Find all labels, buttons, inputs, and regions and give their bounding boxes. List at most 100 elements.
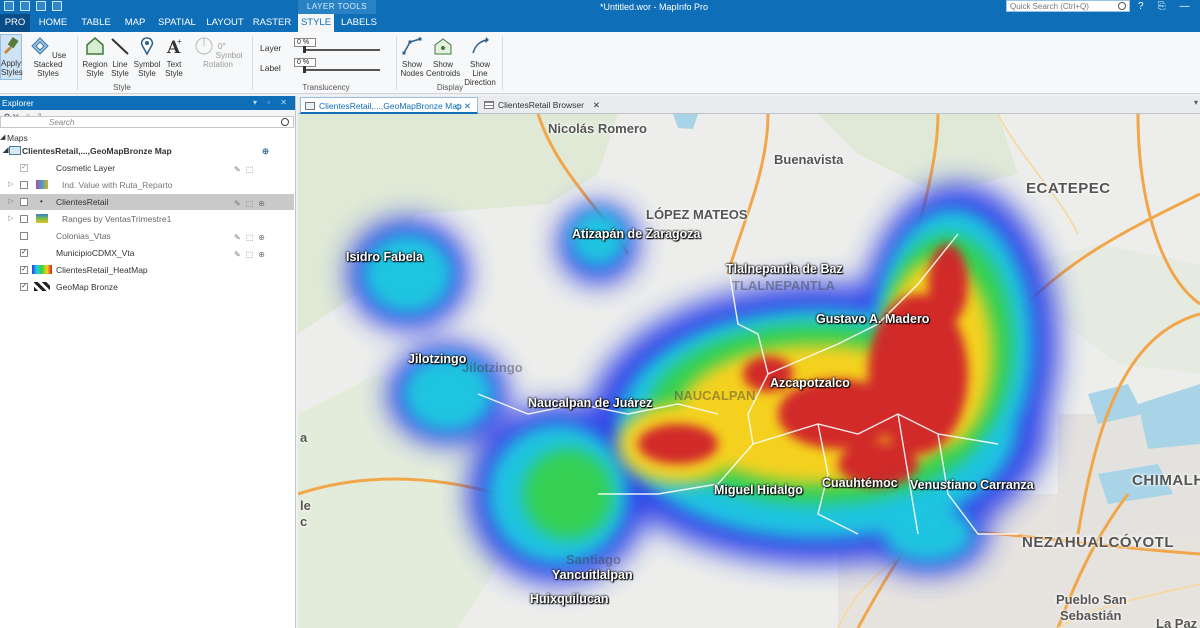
tab-table[interactable]: TABLE (76, 14, 116, 32)
layer-edit-tools[interactable]: ✎⬚⊕ (234, 196, 270, 212)
layer-row-geomap[interactable]: ✓ GeoMap Bronze (0, 279, 294, 295)
tab-pro[interactable]: PRO (0, 14, 30, 32)
show-centroids-button[interactable]: Show Centroids (426, 36, 460, 78)
tab-home[interactable]: HOME (32, 14, 74, 32)
map-label: Cuauhtémoc (822, 476, 898, 490)
map-label: LÓPEZ MATEOS (646, 207, 748, 222)
use-stacked-styles-button[interactable]: Use Stacked Styles (26, 36, 70, 78)
layer-visibility-checkbox[interactable] (20, 198, 28, 206)
tab-labels[interactable]: LABELS (338, 14, 380, 32)
layer-row-ind-value[interactable]: ▷ Ind. Value with Ruta_Reparto (0, 177, 294, 193)
symbol-rotation-control[interactable]: Symbol Rotation 0° (188, 36, 248, 69)
line-style-button[interactable]: Line Style (109, 36, 131, 78)
translucency-group-label: Translucency (302, 83, 350, 92)
layer-visibility-checkbox[interactable] (20, 215, 28, 223)
pin-icon[interactable]: ◇ ✕ (455, 98, 471, 114)
new-icon[interactable] (4, 1, 14, 11)
layer-edit-tools[interactable]: ✎⬚⊕ (234, 230, 270, 246)
ribbon-separator (396, 36, 397, 90)
layer-row-municipio[interactable]: ✓ MunicipioCDMX_Vta ✎⬚⊕ (0, 245, 294, 261)
region-style-icon (86, 37, 104, 55)
rotation-dial-icon (195, 37, 213, 55)
expand-arrow-icon[interactable]: ▷ (8, 194, 13, 210)
map-label: Jilotzingo (462, 360, 523, 375)
tab-spatial[interactable]: SPATIAL (154, 14, 200, 32)
display-group-label: Display (436, 83, 464, 92)
map-pin-icon (140, 37, 154, 56)
search-icon (281, 118, 289, 126)
tab-style[interactable]: STYLE (298, 14, 334, 32)
print-icon[interactable] (52, 1, 62, 11)
show-line-direction-button[interactable]: Show Line Direction (462, 36, 498, 87)
layer-row-colonias[interactable]: Colonias_Vtas ✎⬚⊕ (0, 228, 294, 244)
nodes-icon (402, 37, 422, 55)
layer-edit-tools[interactable]: ✎⬚⊕ (234, 247, 270, 263)
layer-row-clientesretail[interactable]: ▷ • ClientesRetail ✎⬚⊕ (0, 194, 294, 210)
expand-arrow-icon[interactable]: ▷ (8, 211, 13, 227)
map-label: TLALNEPANTLA (732, 278, 836, 293)
tab-map-window[interactable]: ClientesRetail,...,GeoMapBronze Map ◇ ✕ (300, 97, 478, 114)
close-tab-icon[interactable]: ✕ (593, 97, 600, 113)
explorer-title: Explorer (2, 98, 34, 108)
label-translucency-knob[interactable] (303, 66, 306, 73)
restore-button[interactable]: ⎘ (1158, 0, 1166, 13)
layer-row-heatmap[interactable]: ✓ ClientesRetail_HeatMap (0, 262, 294, 278)
map-label: NAUCALPAN (674, 388, 756, 403)
symbol-style-button[interactable]: Symbol Style (133, 36, 161, 78)
minimize-button[interactable]: — (1180, 0, 1190, 13)
rotation-value: 0° (218, 42, 226, 51)
style-group-label: Style (113, 83, 131, 92)
thematic-individual-icon (36, 180, 48, 189)
map-label: Huixquilucan (530, 592, 609, 606)
line-style-icon (111, 38, 129, 55)
map-label: Tlalnepantla de Baz (726, 262, 843, 276)
line-direction-icon (472, 37, 489, 54)
tab-raster[interactable]: RASTER (250, 14, 294, 32)
region-style-button[interactable]: Region Style (81, 36, 109, 78)
show-nodes-button[interactable]: Show Nodes (400, 36, 424, 78)
layer-visibility-checkbox[interactable]: ✓ (20, 266, 28, 274)
layer-translucency-knob[interactable] (303, 46, 306, 53)
label-translucency-slider[interactable] (304, 69, 380, 71)
layer-translucency-slider[interactable] (304, 49, 380, 51)
layer-visibility-checkbox[interactable]: ✓ (20, 249, 28, 257)
collapse-arrow-icon[interactable]: ◢ (3, 143, 8, 159)
ribbon: Apply Styles Use Stacked Styles Region S… (0, 32, 1200, 94)
open-icon[interactable] (20, 1, 30, 11)
layer-edit-tools[interactable]: ✎⬚ (234, 162, 258, 178)
centroid-icon (434, 38, 452, 55)
layer-row-cosmetic[interactable]: ✓ Cosmetic Layer ✎⬚ (0, 160, 294, 176)
paint-brush-icon (4, 37, 19, 54)
layer-row-ranges[interactable]: ▷ Ranges by VentasTrimestre1 (0, 211, 294, 227)
text-style-button[interactable]: A + Text Style (161, 36, 187, 78)
layer-visibility-checkbox[interactable] (20, 232, 28, 240)
layer-visibility-checkbox[interactable] (20, 181, 28, 189)
map-label: Azcapotzalco (770, 376, 850, 390)
layer-visibility-checkbox[interactable]: ✓ (20, 164, 28, 172)
map-window-icon (9, 146, 21, 155)
layer-translucency-label: Layer (260, 43, 282, 53)
expand-arrow-icon[interactable]: ▷ (8, 177, 13, 193)
map-canvas[interactable]: Nicolás Romero Buenavista ECATEPEC LÓPEZ… (298, 114, 1200, 628)
heatmap-legend-icon (32, 265, 52, 274)
add-layer-icon[interactable]: ⊕ (262, 143, 269, 159)
map-label: CHIMALH (1132, 472, 1200, 489)
map-label: Sebastián (1060, 608, 1122, 623)
help-button[interactable]: ? (1138, 0, 1144, 13)
mapinfo-window: LAYER TOOLS *Untitled.wor - MapInfo Pro … (0, 0, 1200, 628)
map-label: c (300, 514, 308, 529)
tab-layout[interactable]: LAYOUT (202, 14, 248, 32)
map-label: Yancuitlalpan (552, 568, 633, 582)
tab-overflow-icon[interactable]: ▾ (1194, 98, 1198, 107)
map-item[interactable]: ◢ ClientesRetail,...,GeoMapBronze Map ⊕ (0, 143, 294, 159)
map-label: Venustiano Carranza (910, 478, 1034, 492)
tab-browser-window[interactable]: ClientesRetail Browser ✕ (480, 97, 604, 114)
save-icon[interactable] (36, 1, 46, 11)
layer-visibility-checkbox[interactable]: ✓ (20, 283, 28, 291)
panel-controls[interactable]: ▾ ▫ ✕ (253, 96, 291, 110)
apply-styles-button[interactable]: Apply Styles (0, 34, 23, 80)
stacked-styles-icon (31, 37, 49, 55)
quick-search-input[interactable]: Quick Search (Ctrl+Q) (1006, 0, 1130, 12)
tab-map[interactable]: MAP (118, 14, 152, 32)
explorer-search-input[interactable]: Search (0, 116, 294, 128)
